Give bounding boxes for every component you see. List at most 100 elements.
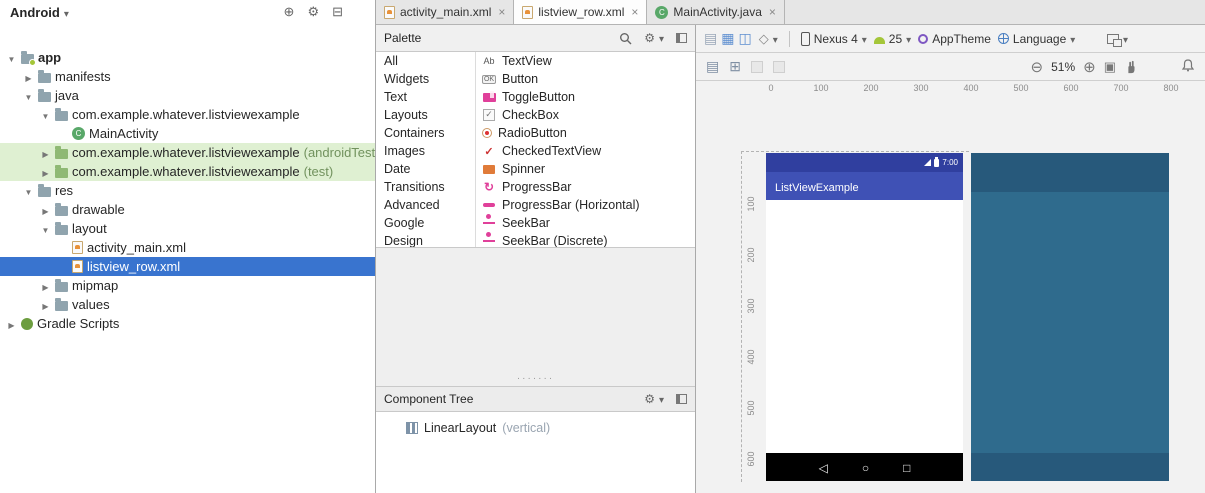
android-studio-window: Android app manifests java — [0, 0, 1205, 493]
api-level-selector[interactable]: 25 — [873, 31, 911, 46]
collapse-all-icon[interactable] — [332, 4, 343, 20]
category-widgets[interactable]: Widgets — [376, 70, 475, 88]
design-view-icon[interactable] — [704, 30, 717, 47]
category-date[interactable]: Date — [376, 160, 475, 178]
gear-icon[interactable] — [307, 4, 319, 20]
category-images[interactable]: Images — [376, 142, 475, 160]
component-progressbar[interactable]: ProgressBar — [476, 178, 695, 196]
collapse-arrow-icon[interactable] — [40, 297, 51, 312]
zoom-fit-icon[interactable] — [1104, 59, 1116, 75]
project-view-selector[interactable]: Android — [10, 5, 60, 20]
locale-selector[interactable]: Language — [997, 32, 1075, 46]
collapse-arrow-icon[interactable] — [40, 164, 51, 179]
tree-item-layout[interactable]: layout — [0, 219, 375, 238]
grid-mode-icon[interactable] — [729, 58, 741, 75]
close-icon[interactable]: × — [769, 5, 776, 19]
panel-layout-icon[interactable] — [676, 394, 687, 404]
blueprint-preview[interactable] — [971, 153, 1169, 481]
collapse-arrow-icon[interactable] — [40, 202, 51, 217]
search-icon[interactable] — [619, 32, 632, 45]
pan-hand-icon[interactable] — [1124, 60, 1138, 74]
collapse-arrow-icon[interactable] — [40, 278, 51, 293]
tree-item-listview-row-xml[interactable]: listview_row.xml — [0, 257, 375, 276]
device-preview[interactable]: 7:00 ListViewExample — [766, 153, 963, 481]
tree-item-drawable[interactable]: drawable — [0, 200, 375, 219]
layout-variant-selector[interactable] — [1106, 32, 1128, 47]
android-icon — [873, 36, 885, 44]
chevron-down-icon[interactable] — [64, 5, 69, 20]
component-seekbar[interactable]: SeekBar — [476, 214, 695, 232]
device-selector[interactable]: Nexus 4 — [800, 31, 867, 46]
close-icon[interactable]: × — [631, 5, 638, 19]
category-advanced[interactable]: Advanced — [376, 196, 475, 214]
zoom-level[interactable]: 51% — [1051, 60, 1075, 74]
tab-listview-row-xml[interactable]: listview_row.xml × — [514, 0, 648, 24]
tab-mainactivity-java[interactable]: MainActivity.java × — [647, 0, 785, 24]
tree-item-java[interactable]: java — [0, 86, 375, 105]
splitter-handle[interactable] — [376, 373, 695, 384]
collapse-arrow-icon[interactable] — [40, 145, 51, 160]
zoom-out-icon[interactable] — [1031, 58, 1044, 76]
collapse-arrow-icon[interactable] — [23, 69, 34, 84]
project-panel: Android app manifests java — [0, 0, 379, 493]
component-seekbar-discrete[interactable]: SeekBar (Discrete) — [476, 232, 695, 247]
device-status-bar: 7:00 — [766, 153, 963, 172]
component-tree-options[interactable] — [644, 392, 664, 406]
show-options-icon[interactable] — [706, 58, 719, 75]
expand-arrow-icon[interactable] — [40, 221, 51, 236]
tree-item-manifests[interactable]: manifests — [0, 67, 375, 86]
both-views-icon[interactable] — [738, 30, 751, 47]
category-design[interactable]: Design — [376, 232, 475, 247]
tree-item-mipmap[interactable]: mipmap — [0, 276, 375, 295]
tree-item-package-test[interactable]: com.example.whatever.listviewexample (te… — [0, 162, 375, 181]
palette-options[interactable] — [644, 31, 664, 45]
device-content-area[interactable] — [766, 200, 963, 453]
component-radiobutton[interactable]: RadioButton — [476, 124, 695, 142]
component-checkedtextview[interactable]: CheckedTextView — [476, 142, 695, 160]
component-checkbox[interactable]: CheckBox — [476, 106, 695, 124]
expand-arrow-icon[interactable] — [40, 107, 51, 122]
design-canvas[interactable]: 0 100 200 300 400 500 600 700 800 100 20… — [696, 81, 1205, 493]
tree-item-res[interactable]: res — [0, 181, 375, 200]
category-layouts[interactable]: Layouts — [376, 106, 475, 124]
tree-item-mainactivity[interactable]: MainActivity — [0, 124, 375, 143]
category-text[interactable]: Text — [376, 88, 475, 106]
blueprint-view-icon[interactable] — [721, 30, 734, 47]
component-togglebutton[interactable]: ToggleButton — [476, 88, 695, 106]
linearlayout-icon — [406, 422, 418, 434]
tree-item-app[interactable]: app — [0, 48, 375, 67]
component-textview[interactable]: TextView — [476, 52, 695, 70]
tab-activity-main-xml[interactable]: activity_main.xml × — [376, 0, 515, 24]
tree-item-package-main[interactable]: com.example.whatever.listviewexample — [0, 105, 375, 124]
category-containers[interactable]: Containers — [376, 124, 475, 142]
expand-arrow-icon[interactable] — [23, 183, 34, 198]
api-level-label: 25 — [888, 31, 903, 46]
component-tree-item-linearlayout[interactable]: LinearLayout (vertical) — [376, 421, 695, 435]
notifications-bell-icon[interactable] — [1181, 58, 1195, 72]
orientation-selector[interactable] — [759, 31, 778, 47]
zoom-in-icon[interactable] — [1083, 58, 1096, 76]
close-icon[interactable]: × — [498, 5, 505, 19]
tree-item-values[interactable]: values — [0, 295, 375, 314]
collapse-arrow-icon[interactable] — [6, 316, 17, 331]
design-pane: Nexus 4 25 AppTheme Language — [696, 25, 1205, 493]
category-google[interactable]: Google — [376, 214, 475, 232]
expand-arrow-icon[interactable] — [6, 50, 17, 65]
locate-file-icon[interactable] — [284, 4, 295, 20]
signal-icon — [924, 159, 932, 166]
component-progressbar-horizontal[interactable]: ProgressBar (Horizontal) — [476, 196, 695, 214]
tree-item-package-androidtest[interactable]: com.example.whatever.listviewexample (an… — [0, 143, 379, 162]
tree-item-label: MainActivity — [89, 126, 159, 141]
expand-arrow-icon[interactable] — [23, 88, 34, 103]
class-icon — [72, 127, 85, 140]
tree-item-gradle-scripts[interactable]: Gradle Scripts — [0, 314, 375, 333]
category-transitions[interactable]: Transitions — [376, 178, 475, 196]
panel-layout-icon[interactable] — [676, 33, 687, 43]
component-button[interactable]: Button — [476, 70, 695, 88]
category-all[interactable]: All — [376, 52, 475, 70]
xml-file-icon — [72, 260, 83, 273]
component-spinner[interactable]: Spinner — [476, 160, 695, 178]
tree-item-activity-main-xml[interactable]: activity_main.xml — [0, 238, 375, 257]
theme-selector[interactable]: AppTheme — [918, 32, 991, 46]
tree-item-label: com.example.whatever.listviewexample — [72, 145, 300, 160]
